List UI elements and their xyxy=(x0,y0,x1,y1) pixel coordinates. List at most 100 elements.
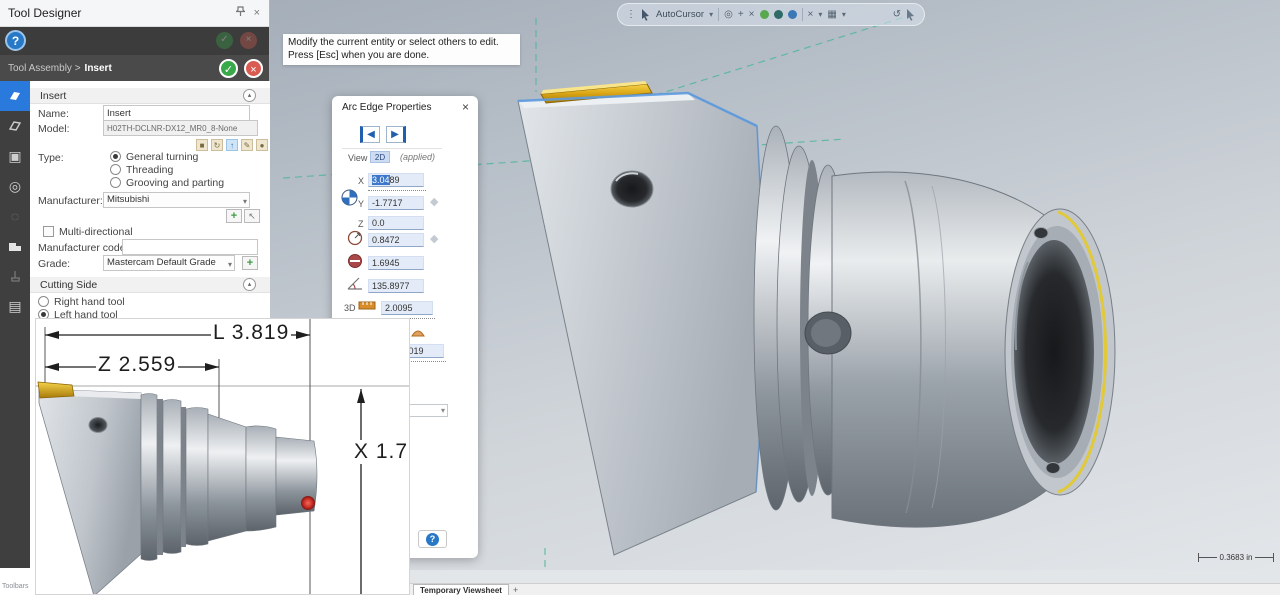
section-cutting-title: Cutting Side xyxy=(40,279,97,291)
pick-cursor-icon[interactable] xyxy=(906,9,916,21)
prompt-line2: Press [Esc] when you are done. xyxy=(288,49,515,62)
gview-icon[interactable]: ◎ xyxy=(724,10,733,20)
dialog-help-button[interactable]: ? xyxy=(418,530,447,548)
prompt-message: Modify the current entity or select othe… xyxy=(283,34,520,65)
chevron-down-icon: ▾ xyxy=(243,195,247,209)
panel-title-bar: Tool Designer × xyxy=(0,0,269,27)
prev-edge-button[interactable]: ◀ xyxy=(360,126,380,143)
add-viewsheet-button[interactable]: + xyxy=(513,585,518,595)
model-input[interactable] xyxy=(103,120,258,136)
y-field[interactable]: -1.7717 xyxy=(368,196,424,210)
diameter-icon xyxy=(347,253,363,272)
toolbars-label: Toolbars xyxy=(2,583,28,590)
radio-threading[interactable] xyxy=(110,164,121,175)
pin-icon[interactable] xyxy=(236,6,245,20)
shading-green-icon[interactable] xyxy=(760,10,769,19)
manufacturer-select[interactable]: Mitsubishi ▾ xyxy=(103,192,250,208)
dimension-inset: L 3.819 Z 2.559 X 1.772 xyxy=(35,318,410,595)
cancel-button[interactable]: × xyxy=(244,59,263,78)
model-view-icon[interactable]: ● xyxy=(256,139,268,151)
sidebar-item-holder[interactable] xyxy=(0,231,30,261)
manufacturer-value: Mitsubishi xyxy=(107,194,149,205)
multi-directional-label[interactable]: Multi-directional xyxy=(59,226,133,238)
radio-right-hand-label[interactable]: Right hand tool xyxy=(54,296,125,308)
tool-holder-model xyxy=(518,81,1115,555)
snap-clear-icon[interactable]: × xyxy=(749,10,755,20)
len3d-field[interactable]: 2.0095 xyxy=(381,301,433,315)
autocursor-label[interactable]: AutoCursor xyxy=(656,9,704,20)
chevron-down-icon: ▾ xyxy=(441,406,445,415)
name-label: Name: xyxy=(38,108,69,120)
model-label: Model: xyxy=(38,123,70,135)
sidebar-item-insert[interactable] xyxy=(0,81,30,111)
grip-icon[interactable]: ⋮ xyxy=(626,10,636,20)
help-icon: ? xyxy=(426,533,439,546)
multi-directional-checkbox[interactable] xyxy=(43,226,54,237)
y-label: Y xyxy=(358,199,364,209)
autocursor-caret-icon[interactable]: ▾ xyxy=(709,10,713,19)
grid-caret-icon[interactable]: ▾ xyxy=(842,10,846,19)
breadcrumb: Tool Assembly > Insert ✓ × xyxy=(0,55,269,81)
radius-field[interactable]: 0.8472 xyxy=(368,233,424,247)
sidebar-item-collar[interactable]: ◎ xyxy=(0,171,30,201)
radio-right-hand-tool[interactable] xyxy=(38,296,49,307)
restore-manufacturer-button[interactable]: ↖ xyxy=(244,209,260,223)
x-field[interactable]: 3.0489 xyxy=(368,173,424,187)
close-icon[interactable]: × xyxy=(254,7,260,19)
model-folder-icon[interactable]: ■ xyxy=(196,139,208,151)
sidebar-item-ring[interactable]: ◌ xyxy=(0,201,30,231)
snap-point-icon[interactable]: + xyxy=(738,10,744,20)
scale-indicator: 0.3683 in xyxy=(1198,553,1274,562)
manufacturer-code-input[interactable] xyxy=(122,239,258,255)
model-import-icon[interactable]: ↑ xyxy=(226,139,238,151)
sweep-angle-icon xyxy=(346,276,364,294)
dotted-underline xyxy=(368,190,426,191)
shading-dark-icon[interactable] xyxy=(774,10,783,19)
rotate-view-icon[interactable]: ↺ xyxy=(893,10,901,20)
radio-grooving-parting-label[interactable]: Grooving and parting xyxy=(126,177,224,189)
shading-blue-icon[interactable] xyxy=(788,10,797,19)
close-icon[interactable]: × xyxy=(462,100,469,114)
panel-sidebar: ▣ ◎ ◌ ▤ xyxy=(0,81,30,568)
step-diamond-icon[interactable]: ◆ xyxy=(430,232,438,245)
step-diamond-icon[interactable]: ◆ xyxy=(430,195,438,208)
grade-value: Mastercam Default Grade xyxy=(107,257,216,268)
radius-icon xyxy=(347,230,363,249)
breadcrumb-path[interactable]: Tool Assembly > xyxy=(8,63,81,74)
radio-threading-label[interactable]: Threading xyxy=(126,164,173,176)
model-refresh-icon[interactable]: ↻ xyxy=(211,139,223,151)
cursor-icon[interactable] xyxy=(641,9,651,21)
diameter-field[interactable]: 1.6945 xyxy=(368,256,424,270)
grade-select[interactable]: Mastercam Default Grade ▾ xyxy=(103,255,235,271)
view-value[interactable]: 2D xyxy=(370,151,390,163)
sidebar-item-insert-outline[interactable] xyxy=(0,111,30,141)
radio-grooving-parting[interactable] xyxy=(110,177,121,188)
collapse-icon[interactable]: ▴ xyxy=(243,278,256,291)
red-marker xyxy=(301,496,315,510)
collapse-icon[interactable]: ▴ xyxy=(243,89,256,102)
accept-button[interactable]: ✓ xyxy=(219,59,238,78)
x-rest: 89 xyxy=(390,175,400,185)
x-label: X xyxy=(358,176,364,186)
model-edit-icon[interactable]: ✎ xyxy=(241,139,253,151)
radio-general-turning-label[interactable]: General turning xyxy=(126,151,198,163)
add-grade-button[interactable]: + xyxy=(242,256,258,270)
manufacturer-code-label: Manufacturer code: xyxy=(38,242,128,254)
radio-general-turning[interactable] xyxy=(110,151,121,162)
add-manufacturer-button[interactable]: + xyxy=(226,209,242,223)
z-field[interactable]: 0.0 xyxy=(368,216,424,230)
grid-icon[interactable]: ▦ xyxy=(827,10,836,20)
unselect-caret-icon[interactable]: ▾ xyxy=(818,10,822,19)
tab-temporary-viewsheet[interactable]: Temporary Viewsheet xyxy=(413,584,509,595)
unselect-icon[interactable]: × xyxy=(808,10,814,20)
gview-sphere-icon[interactable] xyxy=(341,189,358,209)
section-insert[interactable]: Insert ▴ xyxy=(30,88,270,104)
name-input[interactable] xyxy=(103,105,250,121)
sweep-angle-field[interactable]: 135.8977 xyxy=(368,279,424,293)
sidebar-item-tool-post[interactable] xyxy=(0,261,30,291)
help-icon[interactable]: ? xyxy=(5,30,26,51)
sidebar-item-clamp[interactable]: ▣ xyxy=(0,141,30,171)
next-edge-button[interactable]: ▶ xyxy=(386,126,406,143)
section-cutting-side[interactable]: Cutting Side ▴ xyxy=(30,277,270,293)
sidebar-item-machine[interactable]: ▤ xyxy=(0,291,30,321)
